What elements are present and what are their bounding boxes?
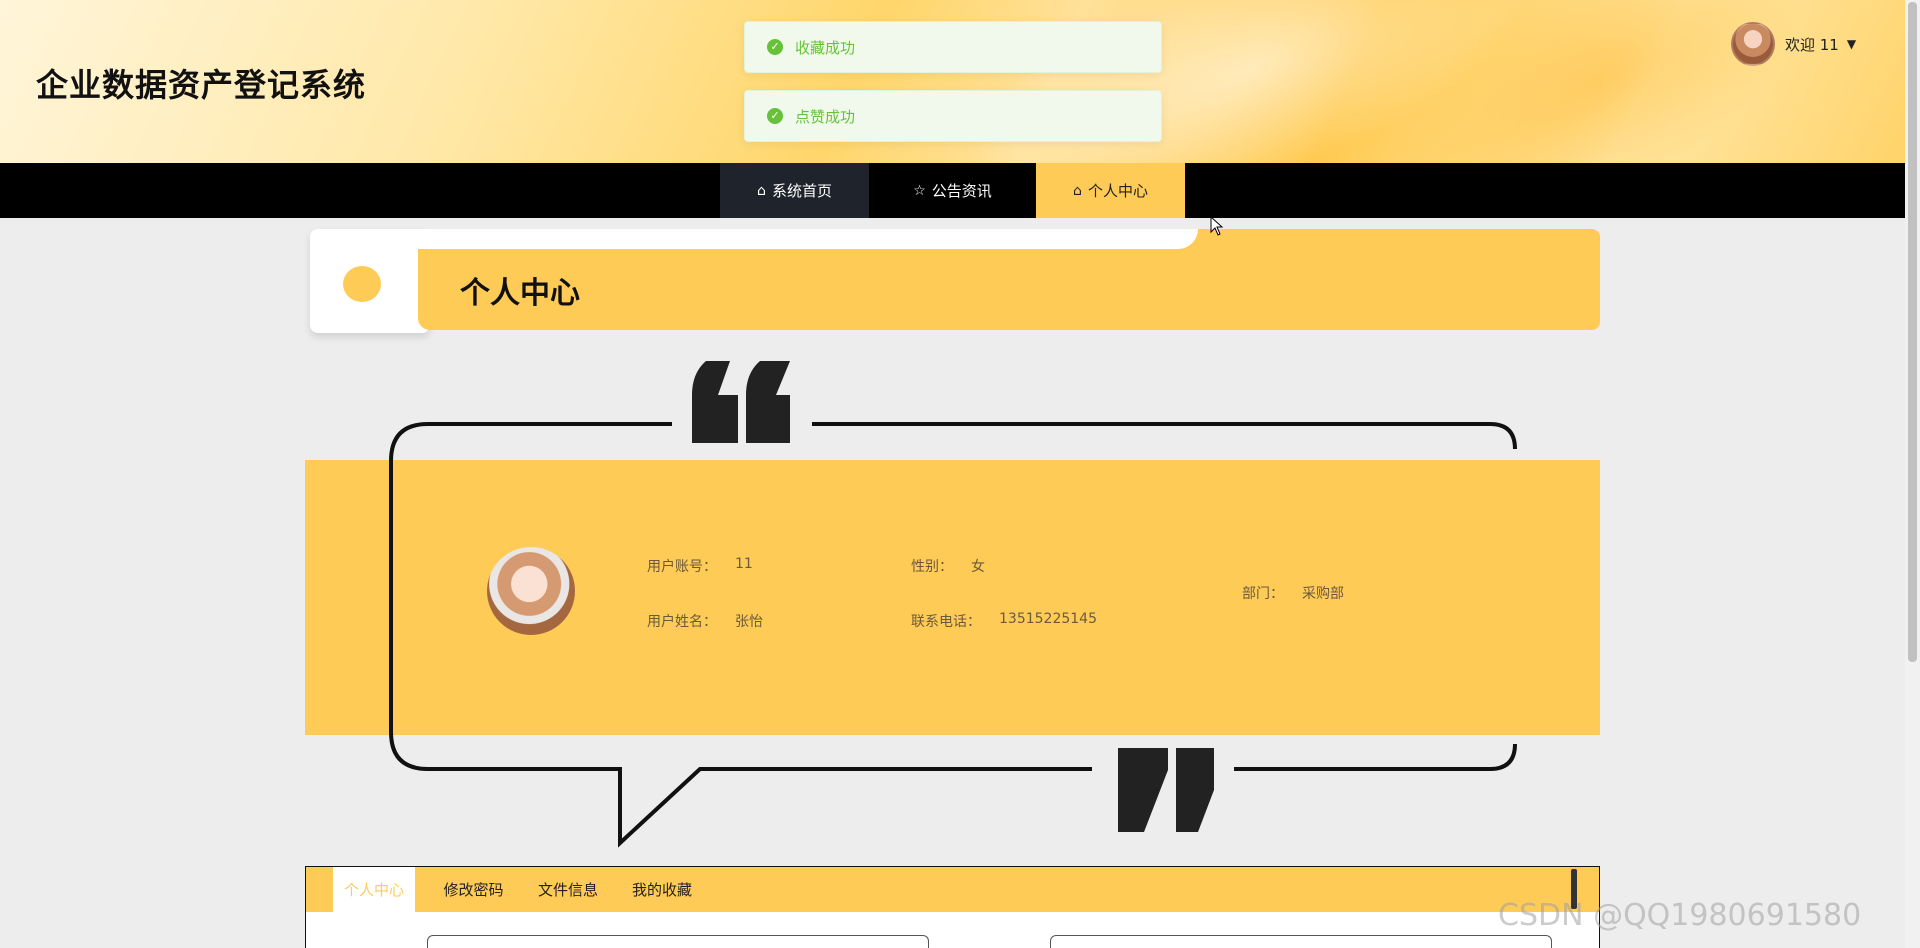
field-value: 采购部 (1302, 586, 1344, 602)
welcome-text[interactable]: 欢迎 11 (1785, 34, 1839, 55)
form-input[interactable] (1050, 935, 1552, 948)
home-icon: ⌂ (757, 182, 766, 199)
star-icon: ☆ (913, 182, 926, 199)
main-nav: ⌂ 系统首页 ☆ 公告资讯 ⌂ 个人中心 (0, 163, 1905, 218)
page-scrollbar-thumb[interactable] (1908, 2, 1917, 662)
field-value: 女 (971, 559, 985, 575)
profile-field-gender: 性别： 女 (911, 556, 985, 576)
bubble-outline-bottom-right (1234, 743, 1517, 771)
user-menu[interactable]: 欢迎 11 ▼ (1731, 22, 1856, 66)
nav-item-label: 系统首页 (771, 182, 832, 200)
form-input[interactable] (427, 935, 929, 948)
field-label: 部门： (1242, 586, 1284, 602)
nav-item-personal-center[interactable]: ⌂ 个人中心 (1036, 163, 1185, 218)
tab-my-favorites[interactable]: 我的收藏 (620, 867, 704, 912)
quote-open-icon (692, 361, 790, 443)
page: 企业数据资产登记系统 欢迎 11 ▼ ✓ 收藏成功 ✓ 点赞成功 ⌂ 系统首页 … (0, 0, 1920, 948)
field-label: 用户账号： (647, 559, 717, 575)
section-header-decoration (418, 229, 1198, 249)
toast-like-success: ✓ 点赞成功 (744, 90, 1162, 142)
quote-close-icon (1118, 748, 1214, 832)
avatar[interactable] (1731, 22, 1775, 66)
nav-item-label: 公告资讯 (931, 182, 992, 200)
field-label: 性别： (911, 559, 953, 575)
tab-file-info[interactable]: 文件信息 (526, 867, 610, 912)
tabs-bar: 个人中心 修改密码 文件信息 我的收藏 (306, 867, 1599, 912)
profile-field-department: 部门： 采购部 (1242, 583, 1344, 603)
toast-favorite-success: ✓ 收藏成功 (744, 21, 1162, 73)
check-circle-icon: ✓ (767, 39, 783, 55)
profile-field-phone: 联系电话： 13515225145 (911, 611, 1097, 631)
mouse-cursor-icon (1210, 216, 1224, 236)
tab-personal-center[interactable]: 个人中心 (333, 867, 415, 912)
chevron-down-icon[interactable]: ▼ (1847, 37, 1856, 51)
dot-icon (343, 266, 381, 302)
field-label: 用户姓名： (647, 614, 717, 630)
field-value: 11 (735, 556, 753, 572)
field-value: 13515225145 (999, 611, 1097, 627)
profile-field-name: 用户姓名： 张怡 (647, 611, 763, 631)
nav-item-home[interactable]: ⌂ 系统首页 (720, 163, 869, 218)
field-label: 联系电话： (911, 614, 981, 630)
nav-item-news[interactable]: ☆ 公告资讯 (869, 163, 1036, 218)
profile-field-account: 用户账号： 11 (647, 556, 753, 576)
nav-item-label: 个人中心 (1087, 182, 1148, 200)
tab-change-password[interactable]: 修改密码 (431, 867, 516, 912)
site-title: 企业数据资产登记系统 (36, 66, 367, 104)
toast-message: 点赞成功 (795, 107, 856, 126)
check-circle-icon: ✓ (767, 108, 783, 124)
watermark: CSDN @QQ1980691580 (1498, 898, 1862, 933)
profile-avatar (487, 547, 575, 635)
toast-message: 收藏成功 (795, 38, 856, 57)
section-title: 个人中心 (460, 276, 580, 311)
home-icon: ⌂ (1073, 182, 1082, 199)
bubble-outline-top-right (812, 422, 1517, 450)
field-value: 张怡 (735, 614, 763, 630)
